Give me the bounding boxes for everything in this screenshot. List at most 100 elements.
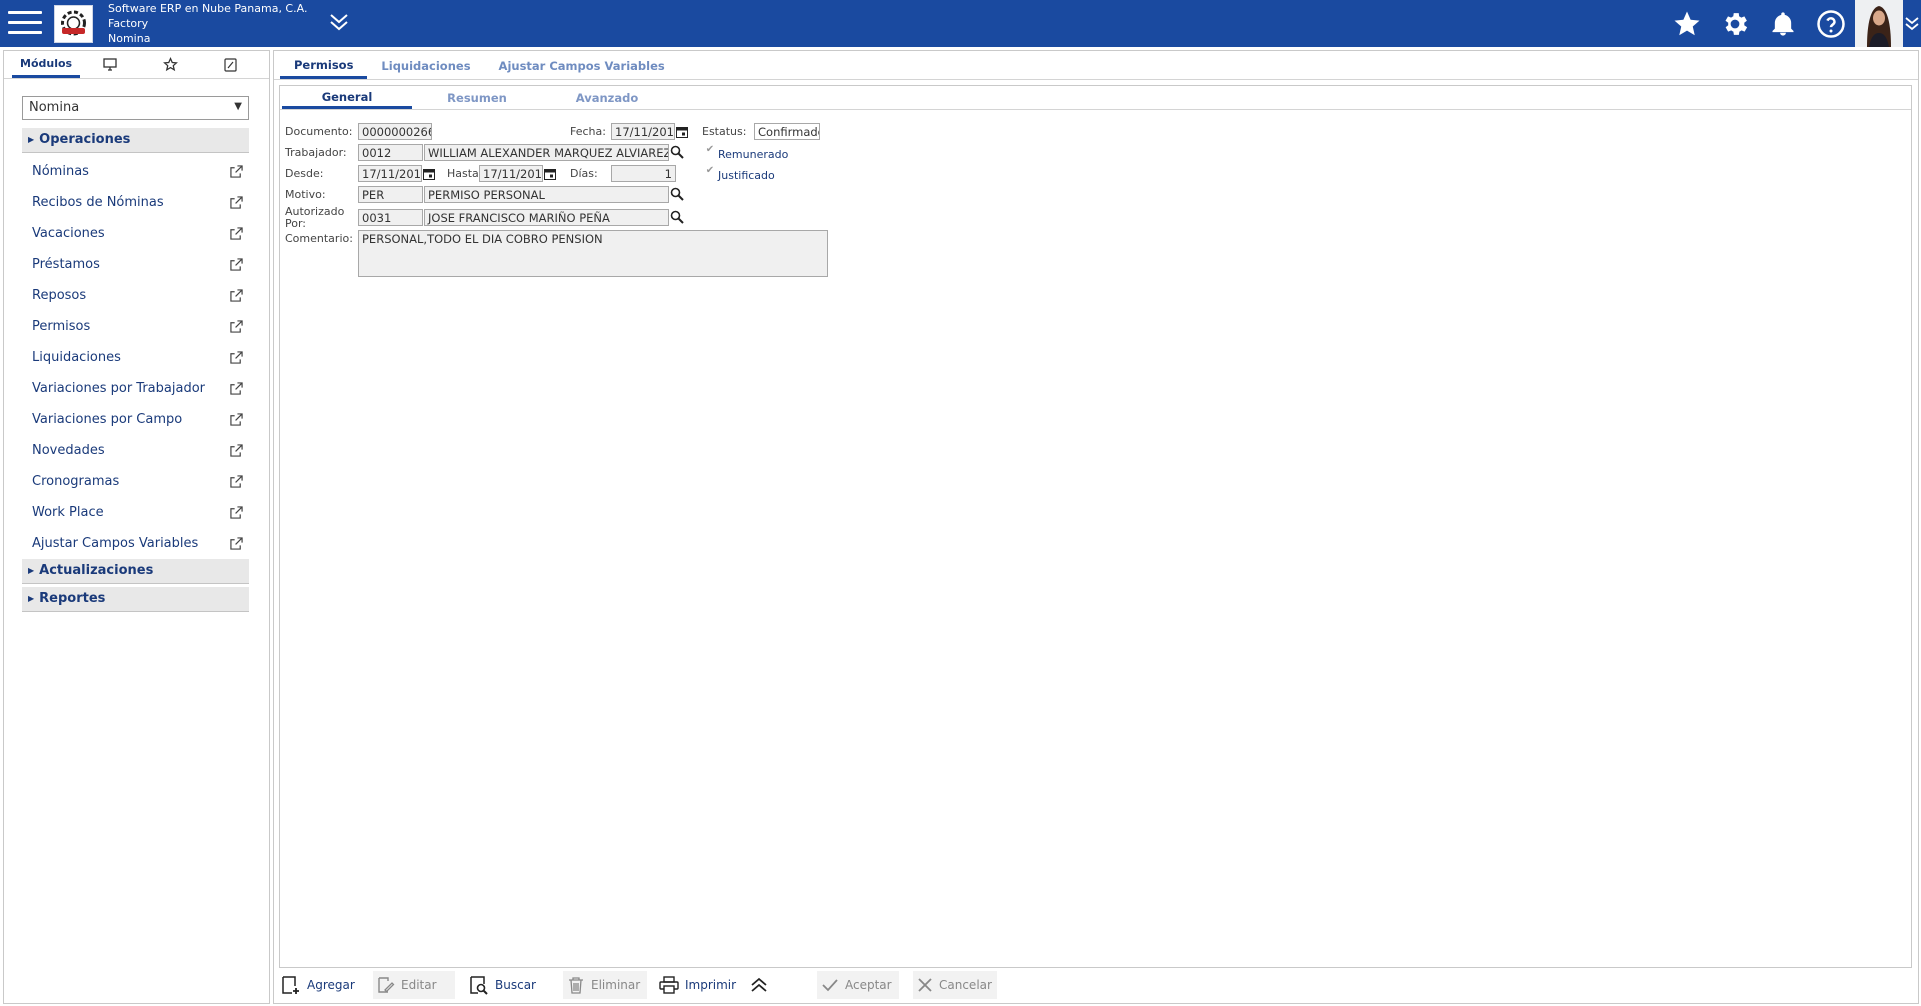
- external-link-icon: [230, 382, 243, 395]
- search-button[interactable]: Buscar: [469, 971, 536, 999]
- printer-icon: [659, 976, 679, 994]
- motivo-label: Motivo:: [285, 188, 326, 201]
- external-link-icon: [230, 320, 243, 333]
- sidebar-item-novedades[interactable]: Novedades: [22, 435, 249, 466]
- sidebar-tabs: Módulos: [4, 51, 269, 79]
- print-button[interactable]: Imprimir: [659, 971, 736, 999]
- remunerado-checkbox[interactable]: ✔: [704, 144, 716, 156]
- motivo-code-field[interactable]: PER: [358, 186, 423, 203]
- justificado-label: Justificado: [718, 169, 775, 182]
- module-name: Nomina: [108, 32, 151, 45]
- tab-permisos[interactable]: Permisos: [280, 58, 368, 79]
- delete-button[interactable]: Eliminar: [563, 971, 647, 999]
- fecha-label: Fecha:: [570, 125, 606, 138]
- sidebar-item-prestamos[interactable]: Préstamos: [22, 249, 249, 280]
- menu-icon[interactable]: [8, 11, 42, 37]
- favorites-star-icon[interactable]: [1663, 0, 1711, 47]
- search-icon[interactable]: [670, 187, 684, 201]
- estatus-label: Estatus:: [702, 125, 747, 138]
- trash-icon: [569, 977, 583, 994]
- expand-chevron-icon[interactable]: [328, 12, 350, 36]
- tab-ajustar-campos-variables[interactable]: Ajustar Campos Variables: [485, 59, 679, 79]
- accept-button-label: Aceptar: [845, 978, 892, 992]
- sidebar-item-label: Work Place: [32, 505, 104, 520]
- sidebar-item-label: Novedades: [32, 443, 105, 458]
- sidebar-item-recibos[interactable]: Recibos de Nóminas: [22, 187, 249, 218]
- remunerado-label: Remunerado: [718, 148, 789, 161]
- tab-liquidaciones[interactable]: Liquidaciones: [367, 59, 484, 79]
- sidebar-item-nominas[interactable]: Nóminas: [22, 156, 249, 187]
- section-actualizaciones[interactable]: ▶ Actualizaciones: [22, 559, 249, 584]
- add-button[interactable]: Agregar: [281, 971, 355, 999]
- fecha-field[interactable]: 17/11/2017: [611, 123, 675, 140]
- delete-button-label: Eliminar: [591, 978, 641, 992]
- dias-field[interactable]: 1: [611, 165, 676, 182]
- tab-notes[interactable]: [200, 51, 260, 78]
- documento-field[interactable]: 0000000266: [358, 123, 432, 140]
- sidebar-item-variaciones-trabajador[interactable]: Variaciones por Trabajador: [22, 373, 249, 404]
- trabajador-name-field: WILLIAM ALEXANDER MARQUEZ ALVIAREZ: [424, 144, 669, 161]
- estatus-field: Confirmado: [754, 123, 820, 140]
- external-link-icon: [230, 413, 243, 426]
- comentario-label: Comentario:: [285, 232, 353, 245]
- sidebar-item-reposos[interactable]: Reposos: [22, 280, 249, 311]
- sidebar-item-label: Permisos: [32, 319, 91, 334]
- cancel-button[interactable]: Cancelar: [913, 971, 997, 999]
- cancel-button-label: Cancelar: [939, 978, 992, 992]
- external-link-icon: [230, 537, 243, 550]
- edit-button[interactable]: Editar: [373, 971, 455, 999]
- accept-button[interactable]: Aceptar: [817, 971, 899, 999]
- sidebar-item-label: Ajustar Campos Variables: [32, 536, 199, 551]
- sidebar-item-vacaciones[interactable]: Vacaciones: [22, 218, 249, 249]
- hasta-field[interactable]: 17/11/2017: [479, 165, 543, 182]
- section-reportes[interactable]: ▶ Reportes: [22, 587, 249, 612]
- monitor-icon: [103, 58, 117, 71]
- help-icon[interactable]: [1807, 0, 1855, 47]
- external-link-icon: [230, 506, 243, 519]
- hasta-label: Hasta:: [447, 167, 483, 180]
- justificado-checkbox[interactable]: ✔: [704, 165, 716, 177]
- search-icon[interactable]: [670, 145, 684, 159]
- sidebar-item-liquidaciones[interactable]: Liquidaciones: [22, 342, 249, 373]
- tab-favorites[interactable]: [140, 51, 200, 78]
- tab-modulos[interactable]: Módulos: [12, 51, 81, 78]
- section-operaciones[interactable]: ▶ Operaciones: [22, 128, 249, 153]
- autorizado-label: Autorizado Por:: [285, 206, 344, 230]
- settings-gear-icon[interactable]: [1711, 0, 1759, 47]
- notifications-bell-icon[interactable]: [1759, 0, 1807, 47]
- module-select[interactable]: Nomina ▼: [22, 96, 249, 120]
- sidebar-item-label: Variaciones por Trabajador: [32, 381, 205, 396]
- external-link-icon: [230, 227, 243, 240]
- sidebar-item-variaciones-campo[interactable]: Variaciones por Campo: [22, 404, 249, 435]
- external-link-icon: [230, 351, 243, 364]
- external-link-icon: [230, 475, 243, 488]
- comentario-textarea[interactable]: PERSONAL,TODO EL DIA COBRO PENSION: [358, 230, 828, 277]
- sidebar-item-permisos[interactable]: Permisos: [22, 311, 249, 342]
- sidebar-item-label: Liquidaciones: [32, 350, 121, 365]
- sidebar-item-ajustar-campos[interactable]: Ajustar Campos Variables: [22, 528, 249, 559]
- sidebar-item-work-place[interactable]: Work Place: [22, 497, 249, 528]
- search-icon[interactable]: [670, 210, 684, 224]
- calendar-icon[interactable]: [423, 168, 435, 180]
- user-avatar[interactable]: [1855, 0, 1903, 47]
- desde-field[interactable]: 17/11/2017: [358, 165, 422, 182]
- trabajador-code-field[interactable]: 0012: [358, 144, 423, 161]
- edit-button-label: Editar: [401, 978, 437, 992]
- checkmark-icon: [822, 979, 838, 992]
- calendar-icon[interactable]: [544, 168, 556, 180]
- sidebar-item-label: Recibos de Nóminas: [32, 195, 164, 210]
- calendar-icon[interactable]: [676, 126, 688, 138]
- collapse-up-icon[interactable]: [749, 971, 775, 999]
- content-frame: General Resumen Avanzado Documento: 0000…: [279, 85, 1912, 968]
- user-menu-chevron-icon[interactable]: [1903, 0, 1921, 47]
- branch-name: Factory: [108, 17, 149, 30]
- print-button-label: Imprimir: [685, 978, 737, 992]
- module-select-value: Nomina: [29, 100, 80, 115]
- desde-label: Desde:: [285, 167, 324, 180]
- autorizado-code-field[interactable]: 0031: [358, 209, 423, 226]
- company-logo: [54, 5, 93, 43]
- sidebar-item-cronogramas[interactable]: Cronogramas: [22, 466, 249, 497]
- tab-desktop[interactable]: [80, 51, 140, 78]
- edit-document-icon: [223, 57, 237, 72]
- sidebar-item-label: Nóminas: [32, 164, 89, 179]
